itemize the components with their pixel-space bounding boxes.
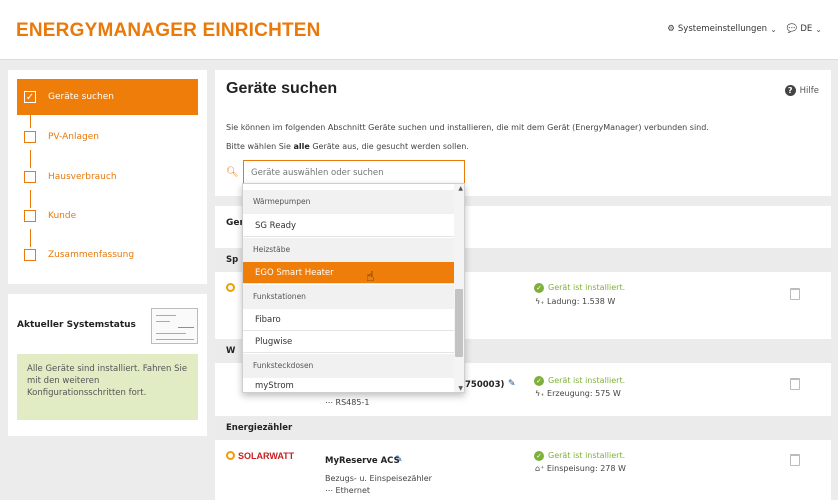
scrollbar-thumb[interactable]	[455, 289, 463, 357]
top-bar: ENERGYMANAGER EINRICHTEN ⚙ Systemeinstel…	[0, 0, 838, 60]
question-icon: ?	[784, 85, 796, 96]
edit-pencil-icon[interactable]: ✎	[395, 455, 403, 465]
check-circle-icon: ✓	[534, 376, 544, 386]
delete-icon[interactable]	[790, 288, 800, 300]
checkbox-icon	[24, 210, 36, 222]
search-icon: 🔍︎	[226, 167, 239, 178]
device-dropdown-list[interactable]: Wärmepumpen SG Ready Heizstäbe EGO Smart…	[242, 183, 465, 393]
dropdown-option-fibaro[interactable]: Fibaro	[243, 309, 454, 331]
system-status-panel: Aktueller Systemstatus Alle Geräte sind …	[8, 294, 207, 436]
device-status: Gerät ist installiert.	[548, 283, 626, 292]
chevron-down-icon: ⌄	[770, 24, 777, 34]
dropdown-option-sg-ready[interactable]: SG Ready	[243, 215, 454, 237]
step-label: Kunde	[48, 211, 77, 221]
step-kunde[interactable]: Kunde	[17, 198, 198, 234]
delete-icon[interactable]	[790, 378, 800, 390]
page-title: Geräte suchen	[226, 80, 338, 97]
meter-reading: ϟ₊ Ladung: 1.538 W	[535, 297, 616, 306]
step-label: Geräte suchen	[48, 92, 114, 102]
device-status: Gerät ist installiert.	[548, 451, 626, 460]
meter-reading: ⌂⁺ Einspeisung: 278 W	[535, 464, 626, 473]
device-type: Bezugs- u. Einspeisezähler	[325, 474, 432, 483]
dropdown-option-ego-smart-heater[interactable]: EGO Smart Heater	[243, 262, 454, 284]
step-pv-anlagen[interactable]: PV-Anlagen	[17, 119, 198, 155]
checkbox-icon	[24, 249, 36, 261]
language-label: DE	[800, 24, 813, 34]
instruction-text: Bitte wählen Sie alle Geräte aus, die ge…	[226, 142, 469, 151]
system-settings-menu[interactable]: ⚙ Systemeinstellungen ⌄	[667, 24, 777, 34]
delete-icon[interactable]	[790, 454, 800, 466]
system-diagram-thumbnail[interactable]	[151, 308, 198, 344]
step-label: Hausverbrauch	[48, 172, 117, 182]
edit-pencil-icon[interactable]: ✎	[508, 379, 516, 389]
device-search-panel: Geräte suchen ? Hilfe Sie können im folg…	[215, 70, 831, 196]
step-geraete-suchen[interactable]: ✓ Geräte suchen	[17, 79, 198, 115]
dropdown-group-waermepumpen: Wärmepumpen	[243, 190, 454, 214]
solarwatt-logo: SOLARWATT	[226, 451, 294, 461]
top-right-menu: ⚙ Systemeinstellungen ⌄ 💬 DE ⌄	[667, 24, 822, 34]
chevron-down-icon: ⌄	[815, 24, 822, 34]
app-title: ENERGYMANAGER EINRICHTEN	[16, 20, 321, 41]
help-link[interactable]: ? Hilfe	[784, 85, 819, 96]
dropdown-scrollbar[interactable]: ▲ ▼	[454, 184, 464, 392]
dropdown-group-funkstationen: Funkstationen	[243, 285, 454, 309]
checkbox-checked-icon: ✓	[24, 91, 36, 103]
step-zusammenfassung[interactable]: Zusammenfassung	[17, 237, 198, 273]
description-text: Sie können im folgenden Abschnitt Geräte…	[226, 123, 709, 132]
device-connection: ⋯ RS485-1	[325, 398, 370, 407]
checkbox-icon	[24, 171, 36, 183]
help-label: Hilfe	[799, 85, 819, 96]
system-settings-label: Systemeinstellungen	[677, 24, 768, 34]
step-label: Zusammenfassung	[48, 250, 135, 260]
meter-reading: ϟ₊ Erzeugung: 575 W	[535, 389, 621, 398]
steps-sidebar: ✓ Geräte suchen PV-Anlagen Hausverbrauch…	[8, 70, 207, 284]
brand-logo	[226, 283, 238, 293]
scroll-up-icon[interactable]: ▲	[458, 185, 463, 192]
device-name: MyReserve ACS	[325, 456, 400, 466]
gear-icon: ⚙	[667, 24, 675, 34]
device-search-input[interactable]	[243, 160, 465, 184]
section-header-energiezaehler: Energiezähler	[215, 416, 831, 440]
device-name: 750003)	[465, 380, 505, 390]
step-label: PV-Anlagen	[48, 132, 99, 142]
system-status-title: Aktueller Systemstatus	[17, 320, 136, 330]
check-circle-icon: ✓	[534, 451, 544, 461]
dropdown-option-plugwise[interactable]: Plugwise	[243, 331, 454, 353]
chat-icon: 💬	[786, 24, 798, 34]
device-status: Gerät ist installiert.	[548, 376, 626, 385]
checkbox-icon	[24, 131, 36, 143]
scroll-down-icon[interactable]: ▼	[458, 385, 463, 392]
dropdown-option-mystrom[interactable]: myStrom	[243, 375, 454, 392]
check-circle-icon: ✓	[534, 283, 544, 293]
hand-pointer-icon: ☝	[366, 269, 375, 285]
dropdown-group-heizstaebe: Heizstäbe	[243, 238, 454, 262]
language-menu[interactable]: 💬 DE ⌄	[787, 24, 822, 34]
step-hausverbrauch[interactable]: Hausverbrauch	[17, 159, 198, 195]
device-connection: ⋯ Ethernet	[325, 486, 371, 495]
system-status-message: Alle Geräte sind installiert. Fahren Sie…	[17, 354, 198, 420]
